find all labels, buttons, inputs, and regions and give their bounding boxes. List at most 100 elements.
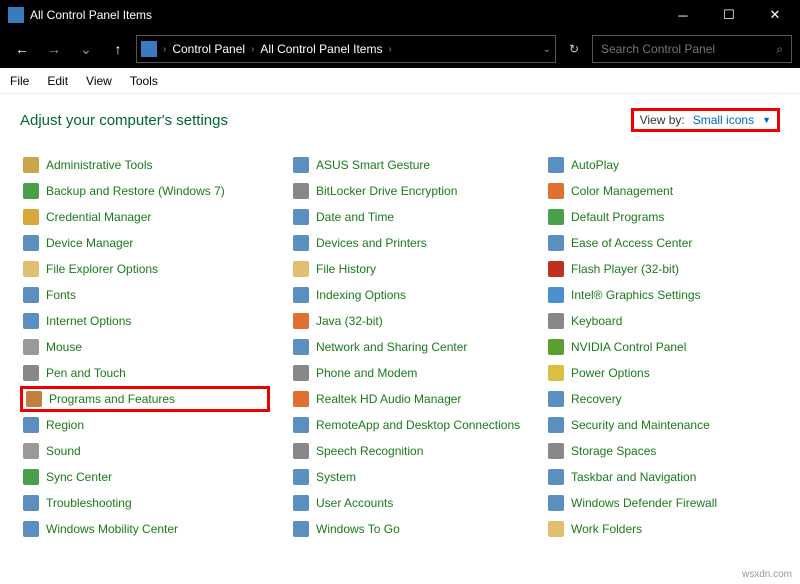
cp-item-windows-mobility-center[interactable]: Windows Mobility Center — [20, 516, 270, 542]
breadcrumb-seg1[interactable]: Control Panel — [172, 42, 245, 56]
cp-item-indexing-options[interactable]: Indexing Options — [290, 282, 525, 308]
cp-icon — [23, 495, 39, 511]
cp-item-recovery[interactable]: Recovery — [545, 386, 780, 412]
refresh-button[interactable]: ↻ — [560, 35, 588, 63]
cp-icon — [23, 157, 39, 173]
cp-item-ease-of-access-center[interactable]: Ease of Access Center — [545, 230, 780, 256]
cp-item-asus-smart-gesture[interactable]: ASUS Smart Gesture — [290, 152, 525, 178]
cp-item-default-programs[interactable]: Default Programs — [545, 204, 780, 230]
cp-item-sync-center[interactable]: Sync Center — [20, 464, 270, 490]
history-dropdown[interactable]: ⌄ — [72, 35, 100, 63]
cp-item-label: Color Management — [571, 184, 673, 198]
back-button[interactable]: ← — [8, 35, 36, 63]
cp-item-label: Date and Time — [316, 210, 394, 224]
minimize-button[interactable]: ─ — [660, 0, 706, 30]
cp-icon — [23, 235, 39, 251]
cp-item-taskbar-and-navigation[interactable]: Taskbar and Navigation — [545, 464, 780, 490]
cp-item-troubleshooting[interactable]: Troubleshooting — [20, 490, 270, 516]
cp-item-region[interactable]: Region — [20, 412, 270, 438]
cp-icon — [548, 209, 564, 225]
menu-tools[interactable]: Tools — [130, 74, 158, 88]
cp-item-power-options[interactable]: Power Options — [545, 360, 780, 386]
cp-item-backup-and-restore-windows-7[interactable]: Backup and Restore (Windows 7) — [20, 178, 270, 204]
cp-item-user-accounts[interactable]: User Accounts — [290, 490, 525, 516]
cp-item-storage-spaces[interactable]: Storage Spaces — [545, 438, 780, 464]
cp-item-label: Devices and Printers — [316, 236, 427, 250]
cp-item-sound[interactable]: Sound — [20, 438, 270, 464]
cp-item-work-folders[interactable]: Work Folders — [545, 516, 780, 542]
chevron-right-icon: › — [251, 44, 254, 55]
cp-item-system[interactable]: System — [290, 464, 525, 490]
cp-item-file-explorer-options[interactable]: File Explorer Options — [20, 256, 270, 282]
cp-item-remoteapp-and-desktop-connections[interactable]: RemoteApp and Desktop Connections — [290, 412, 525, 438]
cp-item-programs-and-features[interactable]: Programs and Features — [20, 386, 270, 412]
cp-item-speech-recognition[interactable]: Speech Recognition — [290, 438, 525, 464]
cp-item-administrative-tools[interactable]: Administrative Tools — [20, 152, 270, 178]
cp-item-keyboard[interactable]: Keyboard — [545, 308, 780, 334]
cp-item-bitlocker-drive-encryption[interactable]: BitLocker Drive Encryption — [290, 178, 525, 204]
close-button[interactable]: ✕ — [752, 0, 798, 30]
page-title: Adjust your computer's settings — [20, 112, 631, 129]
cp-item-color-management[interactable]: Color Management — [545, 178, 780, 204]
cp-item-intel-graphics-settings[interactable]: Intel® Graphics Settings — [545, 282, 780, 308]
cp-item-label: Ease of Access Center — [571, 236, 692, 250]
cp-item-nvidia-control-panel[interactable]: NVIDIA Control Panel — [545, 334, 780, 360]
view-by-value[interactable]: Small icons — [693, 113, 754, 127]
cp-item-label: Mouse — [46, 340, 82, 354]
control-panel-icon — [8, 7, 24, 23]
cp-item-windows-defender-firewall[interactable]: Windows Defender Firewall — [545, 490, 780, 516]
view-by-selector[interactable]: View by: Small icons ▼ — [631, 108, 780, 132]
cp-icon — [548, 157, 564, 173]
cp-item-devices-and-printers[interactable]: Devices and Printers — [290, 230, 525, 256]
cp-item-file-history[interactable]: File History — [290, 256, 525, 282]
cp-item-autoplay[interactable]: AutoPlay — [545, 152, 780, 178]
cp-item-date-and-time[interactable]: Date and Time — [290, 204, 525, 230]
cp-icon — [293, 235, 309, 251]
cp-item-phone-and-modem[interactable]: Phone and Modem — [290, 360, 525, 386]
cp-icon — [548, 287, 564, 303]
menu-file[interactable]: File — [10, 74, 29, 88]
search-icon[interactable]: ⌕ — [776, 42, 783, 57]
cp-item-credential-manager[interactable]: Credential Manager — [20, 204, 270, 230]
cp-item-label: Programs and Features — [49, 392, 175, 406]
titlebar: All Control Panel Items ─ ☐ ✕ — [0, 0, 800, 30]
cp-icon — [548, 417, 564, 433]
cp-item-device-manager[interactable]: Device Manager — [20, 230, 270, 256]
watermark: wsxdn.com — [742, 569, 792, 580]
up-button[interactable]: ↑ — [104, 35, 132, 63]
cp-item-label: Troubleshooting — [46, 496, 132, 510]
cp-item-label: ASUS Smart Gesture — [316, 158, 430, 172]
cp-item-internet-options[interactable]: Internet Options — [20, 308, 270, 334]
cp-item-label: Region — [46, 418, 84, 432]
column-3: AutoPlay Color Management Default Programs… — [545, 152, 780, 542]
search-input[interactable] — [601, 42, 776, 56]
forward-button[interactable]: → — [40, 35, 68, 63]
cp-item-pen-and-touch[interactable]: Pen and Touch — [20, 360, 270, 386]
cp-item-fonts[interactable]: Fonts — [20, 282, 270, 308]
cp-icon — [548, 235, 564, 251]
cp-item-network-and-sharing-center[interactable]: Network and Sharing Center — [290, 334, 525, 360]
breadcrumb-seg2[interactable]: All Control Panel Items — [260, 42, 382, 56]
cp-item-java-32-bit[interactable]: Java (32-bit) — [290, 308, 525, 334]
cp-item-label: Flash Player (32-bit) — [571, 262, 679, 276]
cp-item-flash-player-32-bit[interactable]: Flash Player (32-bit) — [545, 256, 780, 282]
cp-item-windows-to-go[interactable]: Windows To Go — [290, 516, 525, 542]
cp-item-realtek-hd-audio-manager[interactable]: Realtek HD Audio Manager — [290, 386, 525, 412]
cp-icon — [26, 391, 42, 407]
cp-item-security-and-maintenance[interactable]: Security and Maintenance — [545, 412, 780, 438]
search-box[interactable]: ⌕ — [592, 35, 792, 63]
cp-item-label: Security and Maintenance — [571, 418, 710, 432]
breadcrumb[interactable]: › Control Panel › All Control Panel Item… — [136, 35, 556, 63]
cp-item-label: Storage Spaces — [571, 444, 656, 458]
maximize-button[interactable]: ☐ — [706, 0, 752, 30]
menu-edit[interactable]: Edit — [47, 74, 68, 88]
cp-item-mouse[interactable]: Mouse — [20, 334, 270, 360]
cp-icon — [23, 469, 39, 485]
content-grid: Administrative ToolsBackup and Restore (… — [0, 142, 800, 552]
cp-item-label: File Explorer Options — [46, 262, 158, 276]
cp-icon — [293, 469, 309, 485]
view-by-label: View by: — [640, 113, 685, 127]
cp-icon — [23, 443, 39, 459]
chevron-down-icon[interactable]: ⌄ — [543, 44, 551, 55]
menu-view[interactable]: View — [86, 74, 112, 88]
